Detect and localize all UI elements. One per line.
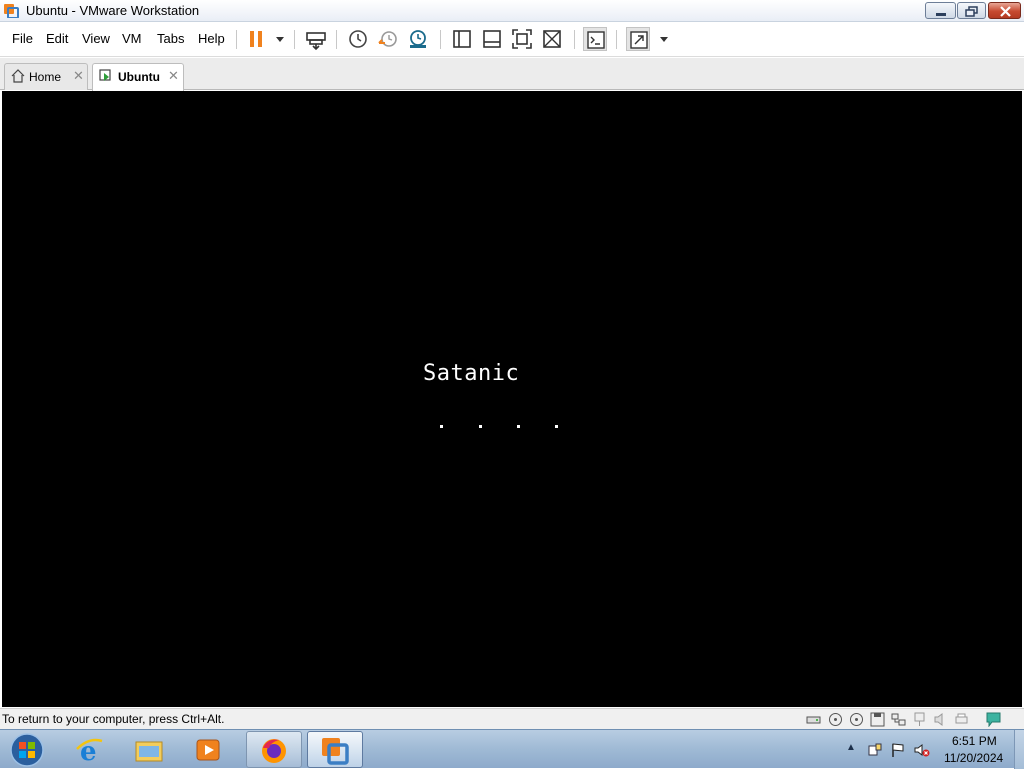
vm-console[interactable]: Satanic [2, 91, 1022, 707]
menu-file[interactable]: File [12, 31, 33, 46]
revert-snapshot-icon [378, 31, 397, 47]
flag-icon[interactable] [890, 742, 906, 758]
menu-edit[interactable]: Edit [46, 31, 68, 46]
windows-explorer-icon [135, 741, 163, 762]
show-desktop-button[interactable] [1014, 730, 1024, 769]
vmware-icon [4, 4, 19, 18]
boot-progress-dot [555, 425, 558, 428]
floppy-icon[interactable] [870, 712, 885, 727]
power-dropdown-button[interactable] [268, 27, 284, 51]
taskbar-windows-explorer[interactable] [122, 731, 178, 768]
restore-button[interactable] [957, 2, 986, 19]
stretch-dropdown-button[interactable] [652, 27, 668, 51]
tab-close-icon[interactable]: ✕ [168, 68, 179, 84]
show-thumbnail-bar-button[interactable] [480, 27, 504, 51]
menu-vm[interactable]: VM [122, 31, 142, 46]
tab-close-icon[interactable]: ✕ [73, 68, 84, 84]
library-pane-icon [453, 30, 471, 48]
thumbnail-bar-icon [483, 30, 501, 48]
taskbar-media-player[interactable] [182, 731, 238, 768]
volume-muted-icon[interactable] [914, 742, 930, 758]
revert-snapshot-button[interactable] [376, 27, 400, 51]
status-bar: To return to your computer, press Ctrl+A… [0, 708, 1024, 729]
stretch-icon [630, 31, 648, 49]
cd-dvd-2-icon[interactable] [849, 712, 864, 727]
close-button[interactable] [988, 2, 1021, 19]
start-button[interactable] [8, 732, 46, 768]
boot-progress-dot [440, 425, 443, 428]
windows-taskbar: e ▲ 6:51 PM 11/20/2024 [0, 729, 1024, 769]
sound-card-icon[interactable] [933, 712, 948, 727]
tab-ubuntu[interactable]: Ubuntu ✕ [92, 63, 184, 91]
tab-home[interactable]: Home ✕ [4, 63, 88, 90]
boot-splash-text: Satanic [423, 361, 520, 386]
toolbar-separator [236, 30, 237, 49]
stretch-guest-button[interactable] [626, 27, 650, 51]
network-adapter-icon[interactable] [891, 712, 906, 727]
menu-help[interactable]: Help [198, 31, 225, 46]
boot-progress-dot [517, 425, 520, 428]
message-log-icon[interactable] [986, 712, 1001, 727]
internet-explorer-icon: e [76, 737, 103, 765]
snapshot-clock-icon [349, 30, 367, 48]
snapshot-manager-icon [410, 30, 426, 48]
action-center-icon[interactable] [867, 742, 883, 758]
toolbar-separator [616, 30, 617, 49]
minimize-button[interactable] [925, 2, 956, 19]
vm-icon [99, 69, 111, 81]
window-titlebar[interactable]: Ubuntu - VMware Workstation [0, 0, 1024, 22]
hard-disk-icon[interactable] [806, 712, 821, 727]
take-snapshot-button[interactable] [346, 27, 370, 51]
clock-time[interactable]: 6:51 PM [952, 734, 997, 748]
tab-bar: Home ✕ Ubuntu ✕ [0, 58, 1024, 91]
toolbar-separator [574, 30, 575, 49]
show-hidden-icons-icon[interactable]: ▲ [846, 742, 862, 758]
chevron-down-icon [660, 37, 668, 42]
console-view-button[interactable] [583, 27, 607, 51]
full-screen-icon [512, 29, 532, 49]
show-library-button[interactable] [450, 27, 474, 51]
boot-progress-dot [479, 425, 482, 428]
terminal-icon [587, 31, 605, 49]
full-screen-button[interactable] [510, 27, 534, 51]
status-message: To return to your computer, press Ctrl+A… [2, 712, 225, 726]
usb-controller-icon[interactable] [912, 712, 927, 727]
clock-date[interactable]: 11/20/2024 [944, 751, 1003, 765]
printer-icon[interactable] [954, 712, 969, 727]
menu-tabs[interactable]: Tabs [157, 31, 184, 46]
taskbar-firefox[interactable] [246, 731, 302, 768]
suspend-pause-button[interactable] [245, 27, 269, 51]
cd-dvd-icon[interactable] [828, 712, 843, 727]
toolbar-separator [294, 30, 295, 49]
vmware-workstation-icon [322, 738, 349, 765]
windows-orb-icon [10, 733, 44, 767]
chevron-down-icon [276, 37, 284, 42]
send-ctrl-alt-del-button[interactable] [304, 27, 328, 51]
toolbar-separator [336, 30, 337, 49]
unity-icon [543, 30, 561, 48]
home-icon [11, 69, 25, 83]
window-title: Ubuntu - VMware Workstation [26, 3, 200, 18]
toolbar-separator [440, 30, 441, 49]
tab-label: Home [29, 70, 62, 84]
taskbar-vmware-workstation[interactable] [307, 731, 363, 768]
menu-toolbar: File Edit View VM Tabs Help [0, 22, 1024, 57]
pause-icon [250, 31, 262, 47]
unity-button[interactable] [540, 27, 564, 51]
media-player-icon [196, 739, 220, 761]
menu-view[interactable]: View [82, 31, 110, 46]
tab-label: Ubuntu [118, 70, 160, 84]
firefox-icon [262, 739, 286, 763]
snapshot-manager-button[interactable] [406, 27, 430, 51]
keyboard-send-icon [306, 32, 326, 51]
taskbar-internet-explorer[interactable]: e [62, 731, 118, 768]
